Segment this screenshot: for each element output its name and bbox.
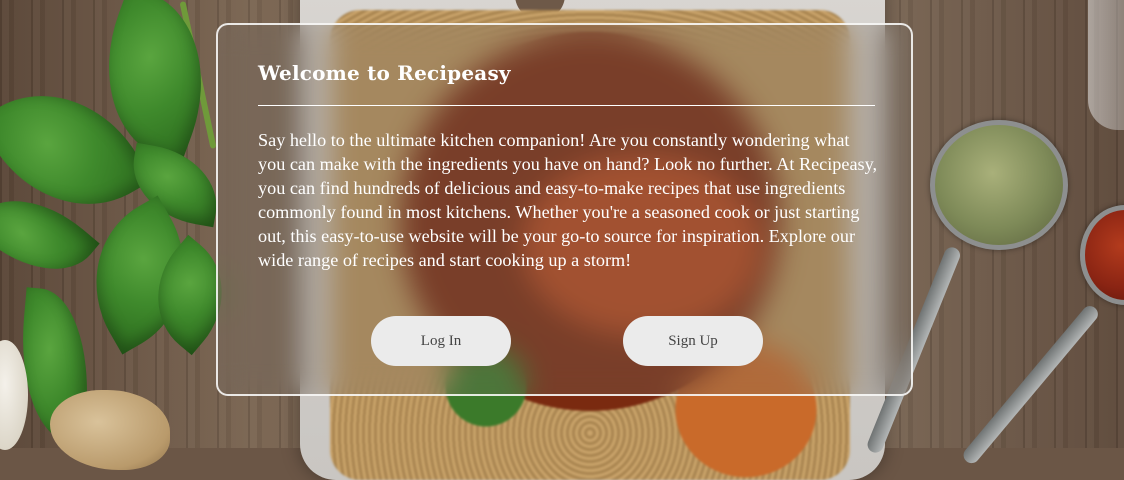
signup-button[interactable]: Sign Up <box>623 316 763 366</box>
measuring-spoon-chili <box>1080 205 1124 305</box>
welcome-title: Welcome to Recipeasy <box>258 61 511 85</box>
title-divider <box>258 105 875 106</box>
measuring-spoon-fennel <box>930 120 1068 250</box>
spoon-handle <box>960 302 1102 467</box>
login-button[interactable]: Log In <box>371 316 511 366</box>
welcome-description: Say hello to the ultimate kitchen compan… <box>258 130 878 270</box>
welcome-card: Welcome to Recipeasy Say hello to the ul… <box>216 23 913 396</box>
glass-jar <box>1088 0 1124 130</box>
ginger-root <box>50 390 170 470</box>
